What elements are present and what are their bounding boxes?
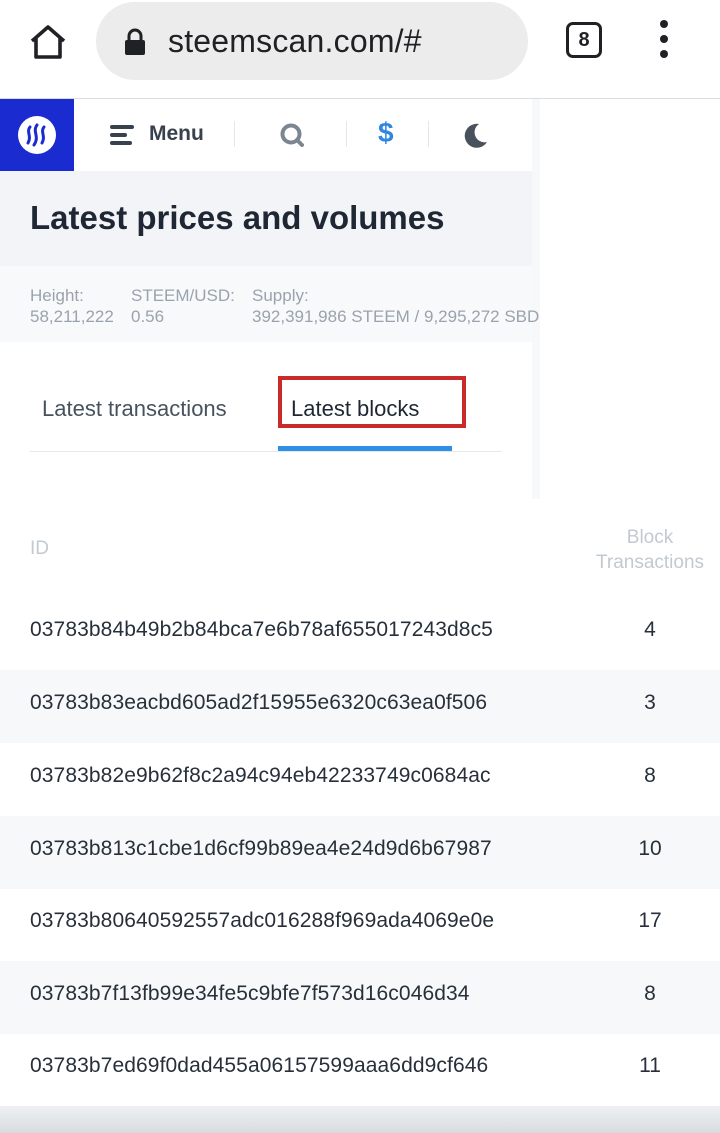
site-nav: Menu $ bbox=[74, 99, 532, 171]
block-tx-count: 3 bbox=[644, 691, 656, 714]
table-row[interactable]: 03783b83eacbd605ad2f15955e6320c63ea0f506… bbox=[0, 670, 720, 743]
block-tx-count: 10 bbox=[638, 837, 662, 860]
block-id-link[interactable]: 03783b82e9b62f8c2a94c94eb42233749c0684ac bbox=[30, 764, 491, 788]
stat-value: 58,211,222 bbox=[30, 307, 114, 326]
block-tx-count: 8 bbox=[644, 764, 656, 787]
dollar-icon[interactable]: $ bbox=[378, 117, 394, 149]
block-id-link[interactable]: 03783b84b49b2b84bca7e6b78af655017243d8c5 bbox=[30, 618, 493, 642]
url-text: steemscan.com/# bbox=[168, 23, 422, 59]
stats-bar: Height: 58,211,222 STEEM/USD: 0.56 Suppl… bbox=[0, 266, 539, 342]
block-tx-count: 17 bbox=[638, 909, 662, 932]
tab-switcher-button[interactable]: 8 bbox=[566, 22, 602, 58]
table-row[interactable]: 03783b80640592557adc016288f969ada4069e0e… bbox=[0, 888, 720, 961]
nav-divider bbox=[346, 121, 347, 147]
browser-toolbar: steemscan.com/# 8 bbox=[0, 0, 720, 99]
steem-logo-icon bbox=[18, 116, 56, 154]
block-id-link[interactable]: 03783b7ed69f0dad455a06157599aaa6dd9cf646 bbox=[30, 1054, 488, 1078]
table-row[interactable]: 03783b7ed69f0dad455a06157599aaa6dd9cf646… bbox=[0, 1033, 720, 1106]
lock-icon bbox=[125, 28, 145, 55]
page-title: Latest prices and volumes bbox=[30, 199, 445, 236]
hero-section: Latest prices and volumes bbox=[0, 171, 532, 266]
block-id-link[interactable]: 03783b80640592557adc016288f969ada4069e0e bbox=[30, 909, 494, 933]
menu-icon[interactable] bbox=[110, 125, 134, 145]
stat-value: 0.56 bbox=[131, 307, 165, 326]
tabs-baseline bbox=[30, 451, 502, 452]
nav-divider bbox=[234, 121, 235, 147]
steem-logo[interactable] bbox=[0, 99, 74, 171]
stat-height: Height: 58,211,222 bbox=[30, 285, 114, 327]
block-tx-count: 8 bbox=[644, 982, 656, 1005]
block-tx-count: 11 bbox=[639, 1054, 661, 1077]
column-header-id: ID bbox=[30, 538, 49, 559]
address-bar[interactable]: steemscan.com/# bbox=[96, 2, 528, 80]
stat-label: Supply: bbox=[252, 286, 309, 305]
column-header-line: Transactions bbox=[595, 552, 705, 573]
tab-latest-transactions[interactable]: Latest transactions bbox=[42, 396, 227, 422]
table-row[interactable]: 03783b7f13fb99e34fe5c9bfe7f573d16c046d34… bbox=[0, 961, 720, 1034]
table-row[interactable]: 03783b813c1cbe1d6cf99b89ea4e24d9d6b67987… bbox=[0, 816, 720, 889]
block-id-link[interactable]: 03783b813c1cbe1d6cf99b89ea4e24d9d6b67987 bbox=[30, 837, 492, 861]
active-tab-indicator bbox=[278, 446, 452, 451]
menu-button[interactable]: Menu bbox=[149, 122, 204, 146]
more-vert-icon[interactable] bbox=[652, 20, 676, 64]
table-row[interactable]: 03783b84b49b2b84bca7e6b78af655017243d8c5… bbox=[0, 597, 720, 670]
block-tx-count: 4 bbox=[644, 618, 656, 641]
stat-value: 392,391,986 STEEM / 9,295,272 SBD bbox=[252, 307, 540, 326]
column-header-line: Block bbox=[626, 527, 674, 548]
search-icon[interactable] bbox=[280, 123, 304, 147]
stat-label: Height: bbox=[30, 286, 84, 305]
block-id-link[interactable]: 03783b83eacbd605ad2f15955e6320c63ea0f506 bbox=[30, 691, 487, 715]
bottom-shadow bbox=[0, 1106, 720, 1133]
highlight-box bbox=[278, 376, 466, 428]
column-header-block-transactions: Block Transactions bbox=[590, 525, 710, 575]
table-row[interactable]: 03783b82e9b62f8c2a94c94eb42233749c0684ac… bbox=[0, 743, 720, 816]
stat-price: STEEM/USD: 0.56 bbox=[131, 285, 235, 327]
stat-supply: Supply: 392,391,986 STEEM / 9,295,272 SB… bbox=[252, 285, 539, 327]
moon-icon[interactable] bbox=[460, 121, 490, 151]
block-id-link[interactable]: 03783b7f13fb99e34fe5c9bfe7f573d16c046d34 bbox=[30, 982, 470, 1006]
home-icon[interactable] bbox=[26, 20, 70, 64]
nav-divider bbox=[428, 121, 429, 147]
stat-label: STEEM/USD: bbox=[131, 286, 235, 305]
